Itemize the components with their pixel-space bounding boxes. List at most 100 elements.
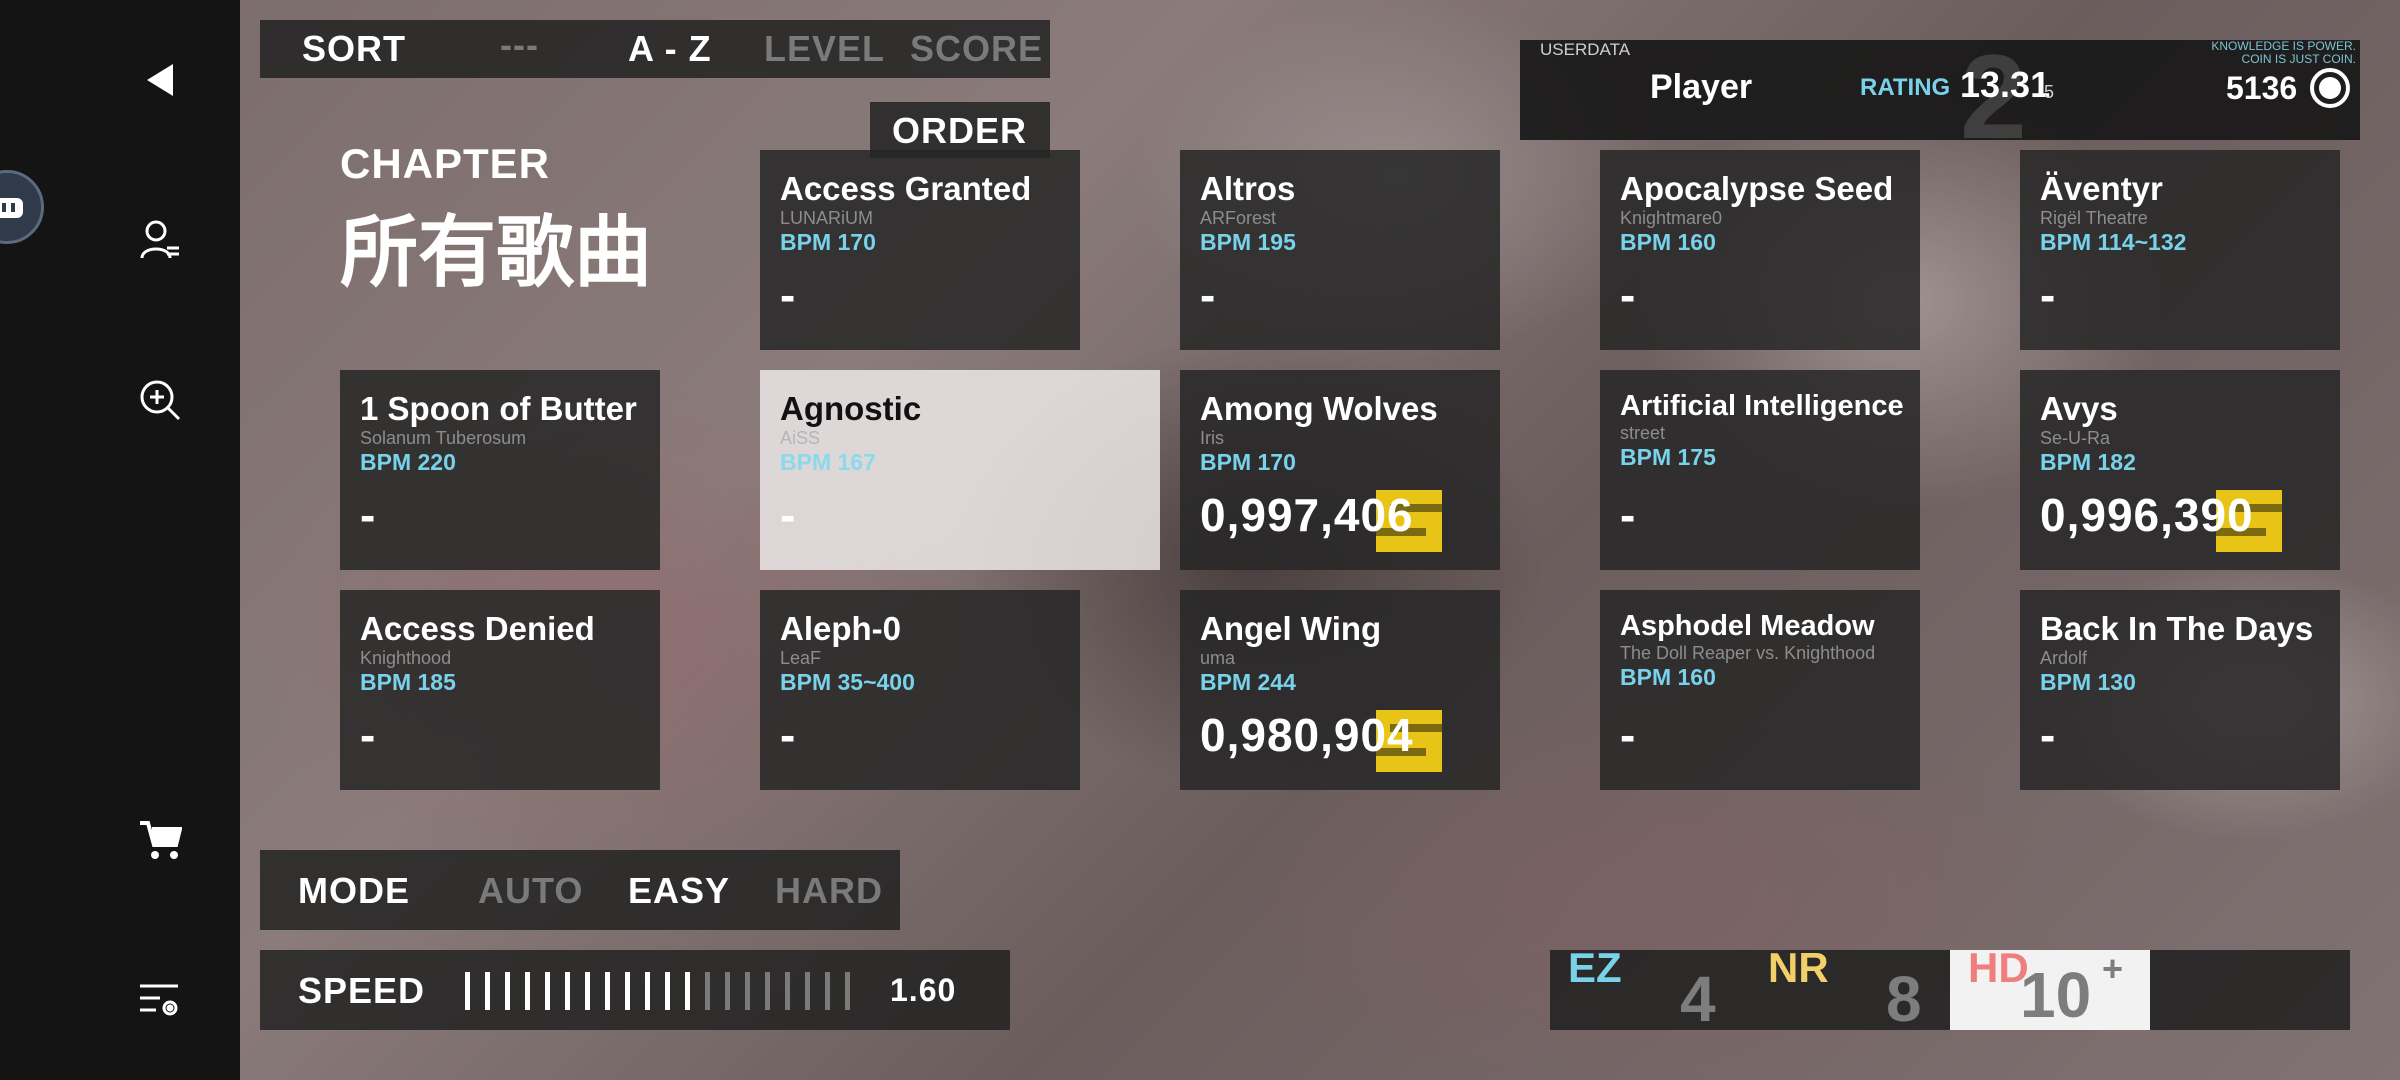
side-rail (0, 0, 240, 1080)
song-title: Access Granted (780, 170, 1032, 207)
song-title: Aleph-0 (780, 610, 902, 647)
rating-value: 13.31 (1960, 64, 2051, 105)
user-settings-button[interactable] (130, 210, 190, 270)
mode-option-auto[interactable]: AUTO (478, 870, 583, 912)
difficulty-hd-selected[interactable]: HD 10 + (1950, 944, 2150, 1031)
coin-count: 5136 (2226, 70, 2298, 106)
song-bpm: BPM 167 (780, 449, 876, 475)
song-artist: LeaF (780, 648, 822, 668)
song-score: 0,980,904 (1200, 709, 1414, 761)
search-button[interactable] (130, 370, 190, 430)
rating-label: RATING (1860, 74, 1951, 101)
song-card[interactable]: 1 Spoon of Butter Solanum Tuberosum BPM … (340, 370, 660, 570)
song-score: - (360, 709, 377, 761)
sort-bar: SORT --- A - Z LEVEL SCORE (260, 20, 1050, 78)
list-settings-icon (140, 984, 178, 1016)
speed-tick (605, 972, 610, 1010)
chapter-title: 所有歌曲 (340, 208, 653, 298)
difficulty-ez-level: 4 (1680, 963, 1716, 1035)
chat-bubble-icon (0, 198, 23, 218)
song-card[interactable]: Avys Se-U-Ra BPM 182 0,996,390 (2020, 370, 2340, 570)
speed-tick (545, 972, 550, 1010)
mode-bar: MODE AUTO EASY HARD (260, 850, 900, 930)
speed-slider[interactable] (465, 972, 865, 1012)
sort-option-score[interactable]: SCORE (910, 28, 1043, 70)
song-title: Asphodel Meadow (1620, 610, 1875, 642)
song-bpm: BPM 114~132 (2040, 229, 2187, 255)
song-bpm: BPM 195 (1200, 229, 1296, 255)
song-artist: Iris (1200, 428, 1224, 448)
song-score: - (1200, 269, 1217, 321)
speed-tick (745, 972, 750, 1010)
song-card[interactable]: Access Granted LUNARiUM BPM 170 - (760, 150, 1080, 350)
speed-tick (825, 972, 830, 1010)
song-bpm: BPM 175 (1620, 444, 1716, 470)
song-card[interactable]: Artificial Intelligence street BPM 175 - (1600, 370, 1920, 570)
song-card-selected[interactable]: Agnostic AiSS BPM 167 - (760, 370, 1160, 570)
mode-option-hard[interactable]: HARD (775, 870, 883, 912)
song-bpm: BPM 185 (360, 669, 456, 695)
speed-tick (625, 972, 630, 1010)
speed-tick (765, 972, 770, 1010)
speed-tick (685, 972, 690, 1010)
song-card[interactable]: Back In The Days Ardolf BPM 130 - (2020, 590, 2340, 790)
difficulty-hd-plus: + (2102, 948, 2124, 989)
song-bpm: BPM 160 (1620, 229, 1716, 255)
song-artist: The Doll Reaper vs. Knighthood (1620, 643, 1876, 663)
song-artist: AiSS (780, 428, 821, 448)
speed-tick (645, 972, 650, 1010)
speed-value: 1.60 (890, 972, 957, 1008)
speed-tick (725, 972, 730, 1010)
song-card[interactable]: Altros ARForest BPM 195 - (1180, 150, 1500, 350)
speed-tick (585, 972, 590, 1010)
song-score: 0,996,390 (2040, 489, 2254, 541)
song-artist: LUNARiUM (780, 208, 874, 228)
song-card[interactable]: Among Wolves Iris BPM 170 0,997,406 (1180, 370, 1500, 570)
userdata-motto: KNOWLEDGE IS POWER. COIN IS JUST COIN. (2211, 40, 2356, 66)
back-button[interactable] (130, 50, 190, 110)
song-score: - (1620, 269, 1637, 321)
shop-button[interactable] (130, 810, 190, 870)
speed-bar: SPEED 1.60 (260, 950, 1010, 1030)
song-score: - (1620, 489, 1637, 541)
song-score: - (780, 709, 797, 761)
speed-tick (705, 972, 710, 1010)
order-label: ORDER (892, 110, 1028, 151)
settings-button[interactable] (130, 970, 190, 1030)
song-title: Angel Wing (1200, 610, 1382, 647)
sort-option-level[interactable]: LEVEL (764, 28, 885, 70)
song-card[interactable]: Access Denied Knighthood BPM 185 - (340, 590, 660, 790)
difficulty-bar: EZ 4 NR 8 HD 10 + (1550, 944, 2350, 1035)
song-bpm: BPM 170 (780, 229, 876, 255)
speed-tick (805, 972, 810, 1010)
song-score: - (780, 269, 797, 321)
song-title: Among Wolves (1200, 390, 1438, 427)
song-card[interactable]: Apocalypse Seed Knightmare0 BPM 160 - (1600, 150, 1920, 350)
speed-tick (525, 972, 530, 1010)
song-card[interactable]: Angel Wing uma BPM 244 0,980,904 (1180, 590, 1500, 790)
sort-option-none[interactable]: --- (500, 24, 539, 66)
song-title: Back In The Days (2040, 610, 2314, 647)
song-artist: Rigël Theatre (2040, 208, 2148, 228)
song-card[interactable]: Asphodel Meadow The Doll Reaper vs. Knig… (1600, 590, 1920, 790)
song-score: - (1620, 709, 1637, 761)
song-bpm: BPM 130 (2040, 669, 2136, 695)
song-bpm: BPM 160 (1620, 664, 1716, 690)
song-artist: Knightmare0 (1620, 208, 1723, 228)
speed-tick (785, 972, 790, 1010)
difficulty-nr-label[interactable]: NR (1768, 944, 1829, 992)
song-bpm: BPM 244 (1200, 669, 1296, 695)
song-title: Altros (1200, 170, 1296, 207)
sort-option-az[interactable]: A - Z (628, 28, 712, 70)
difficulty-ez-label[interactable]: EZ (1568, 944, 1622, 992)
mode-option-easy[interactable]: EASY (628, 870, 730, 912)
song-card[interactable]: Aleph-0 LeaF BPM 35~400 - (760, 590, 1080, 790)
difficulty-nr-level: 8 (1886, 963, 1922, 1035)
song-artist: Knighthood (360, 648, 452, 668)
rating-extra-digit: 5 (2044, 82, 2055, 102)
song-artist: ARForest (1200, 208, 1277, 228)
userdata-panel[interactable]: 2 USERDATA Player RATING 13.31 5 KNOWLED… (1520, 40, 2360, 140)
speed-tick (485, 972, 490, 1010)
song-card[interactable]: Äventyr Rigël Theatre BPM 114~132 - (2020, 150, 2340, 350)
song-bpm: BPM 35~400 (780, 669, 915, 695)
